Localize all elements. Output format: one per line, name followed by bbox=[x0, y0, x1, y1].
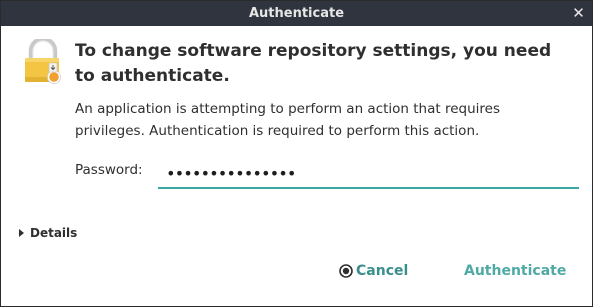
disclosure-triangle-icon bbox=[19, 229, 24, 237]
details-label: Details bbox=[30, 226, 78, 240]
authenticate-dialog: Authenticate ✕ To change software reposi… bbox=[0, 0, 593, 307]
dialog-heading: To change software repository settings, … bbox=[75, 41, 552, 86]
window-title: Authenticate bbox=[248, 6, 345, 21]
details-expander[interactable]: Details bbox=[19, 226, 77, 240]
cancel-label: Cancel bbox=[356, 263, 409, 279]
password-label: Password: bbox=[75, 162, 143, 178]
dialog-message: An application is attempting to perform … bbox=[75, 101, 500, 139]
password-field[interactable] bbox=[158, 159, 579, 189]
authenticate-button[interactable]: Authenticate bbox=[464, 263, 566, 279]
close-icon[interactable]: ✕ bbox=[569, 4, 588, 23]
lock-icon bbox=[25, 39, 61, 84]
window-titlebar: Authenticate ✕ bbox=[1, 1, 592, 26]
cancel-button[interactable]: Cancel bbox=[339, 263, 408, 279]
cancel-icon bbox=[339, 264, 353, 278]
